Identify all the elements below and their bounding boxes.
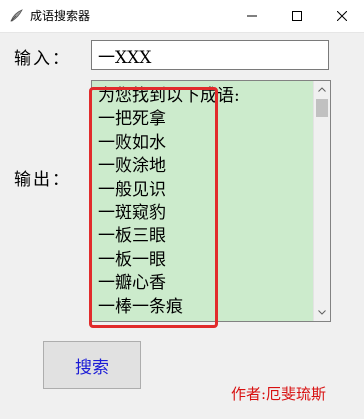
author-label: 作者:厄斐琉斯 <box>231 385 327 403</box>
minimize-button[interactable] <box>229 0 274 32</box>
scroll-up-button[interactable] <box>314 81 330 98</box>
chevron-up-icon <box>318 87 326 92</box>
maximize-icon <box>291 11 302 21</box>
close-icon <box>336 11 347 21</box>
maximize-button[interactable] <box>274 0 319 32</box>
idiom-input[interactable] <box>91 40 329 70</box>
window-title: 成语搜索器 <box>30 9 91 23</box>
feather-app-icon <box>10 9 23 22</box>
title-bar: 成语搜索器 <box>0 0 364 33</box>
search-button[interactable]: 搜索 <box>43 341 141 389</box>
vertical-scrollbar[interactable] <box>313 81 330 321</box>
output-label: 输出： <box>14 170 71 190</box>
chevron-down-icon <box>318 310 326 315</box>
input-label: 输入： <box>14 49 71 69</box>
minimize-icon <box>246 15 257 17</box>
close-button[interactable] <box>319 0 364 32</box>
highlight-annotation-rect <box>89 87 218 328</box>
scroll-down-button[interactable] <box>314 304 330 321</box>
scroll-thumb[interactable] <box>316 99 328 117</box>
